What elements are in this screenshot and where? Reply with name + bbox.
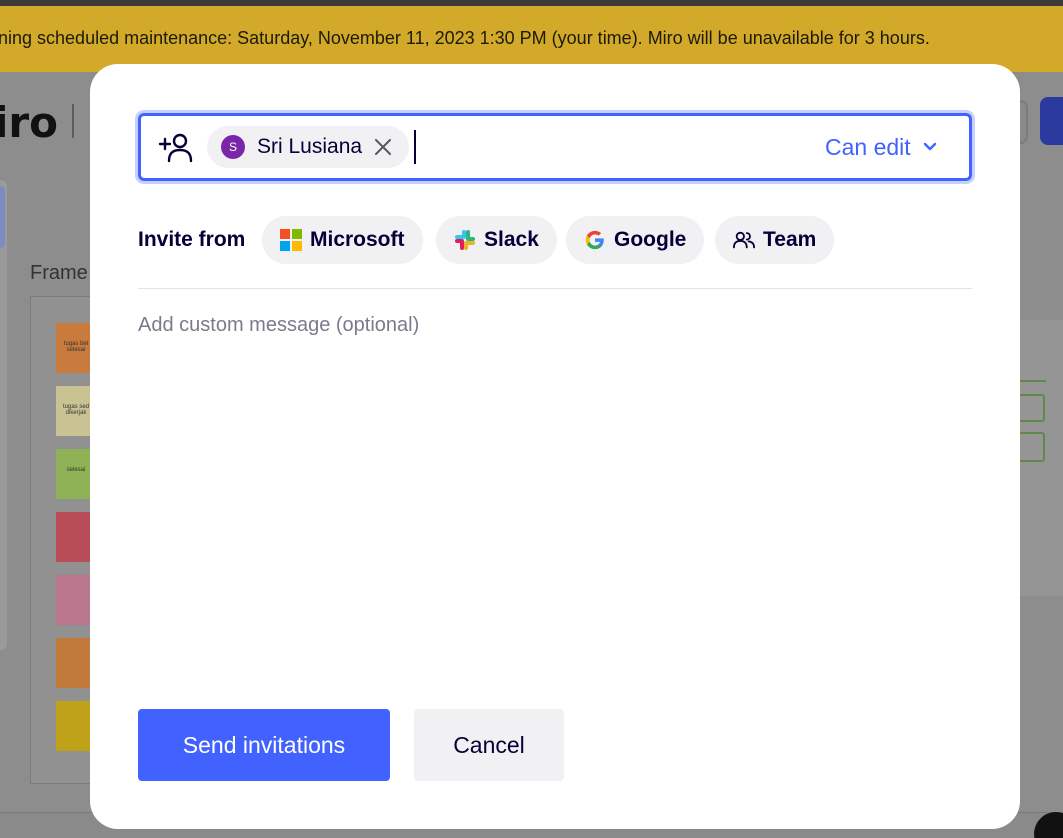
invite-from-team-button[interactable]: Team	[715, 216, 835, 264]
slack-label: Slack	[484, 228, 539, 251]
maintenance-banner-text: ning scheduled maintenance: Saturday, No…	[0, 28, 930, 48]
left-toolbar	[0, 180, 7, 650]
permission-value: Can edit	[825, 133, 911, 160]
right-panel-line	[1016, 380, 1046, 382]
text-cursor	[414, 130, 416, 164]
invitee-name: Sri Lusiana	[257, 135, 363, 158]
cancel-button[interactable]: Cancel	[414, 709, 564, 781]
invitee-avatar: S	[221, 135, 245, 159]
header-divider	[72, 104, 74, 138]
send-invitations-button[interactable]: Send invitations	[138, 709, 390, 781]
team-icon	[733, 231, 755, 249]
microsoft-label: Microsoft	[310, 228, 405, 251]
close-icon[interactable]	[373, 137, 393, 157]
section-divider	[138, 288, 972, 289]
invite-from-label: Invite from	[138, 228, 246, 251]
permission-dropdown[interactable]: Can edit	[825, 132, 937, 162]
google-label: Google	[614, 228, 687, 251]
slack-icon	[455, 230, 475, 250]
invite-email-field[interactable]: S Sri Lusiana Can edit	[138, 113, 972, 181]
custom-message-field[interactable]	[138, 314, 972, 654]
share-button[interactable]	[1040, 97, 1063, 145]
right-panel-box[interactable]	[1016, 432, 1045, 462]
invite-from-google-button[interactable]: Google	[566, 216, 705, 264]
invite-dialog: S Sri Lusiana Can edit Invite from Micro…	[90, 64, 1020, 829]
left-toolbar-active-tab[interactable]	[0, 186, 5, 248]
chevron-down-icon	[923, 142, 936, 151]
invite-from-microsoft-button[interactable]: Microsoft	[262, 216, 423, 264]
invite-from-slack-button[interactable]: Slack	[436, 216, 557, 264]
team-label: Team	[763, 228, 817, 251]
miro-logo[interactable]: iro	[0, 98, 58, 147]
google-icon	[585, 230, 604, 250]
frame-label[interactable]: Frame	[30, 262, 88, 285]
maintenance-banner: ning scheduled maintenance: Saturday, No…	[0, 6, 1063, 72]
invitee-chip: S Sri Lusiana	[207, 126, 409, 168]
add-user-icon	[158, 133, 193, 163]
microsoft-icon	[280, 229, 302, 251]
right-panel-box[interactable]	[1016, 394, 1045, 422]
